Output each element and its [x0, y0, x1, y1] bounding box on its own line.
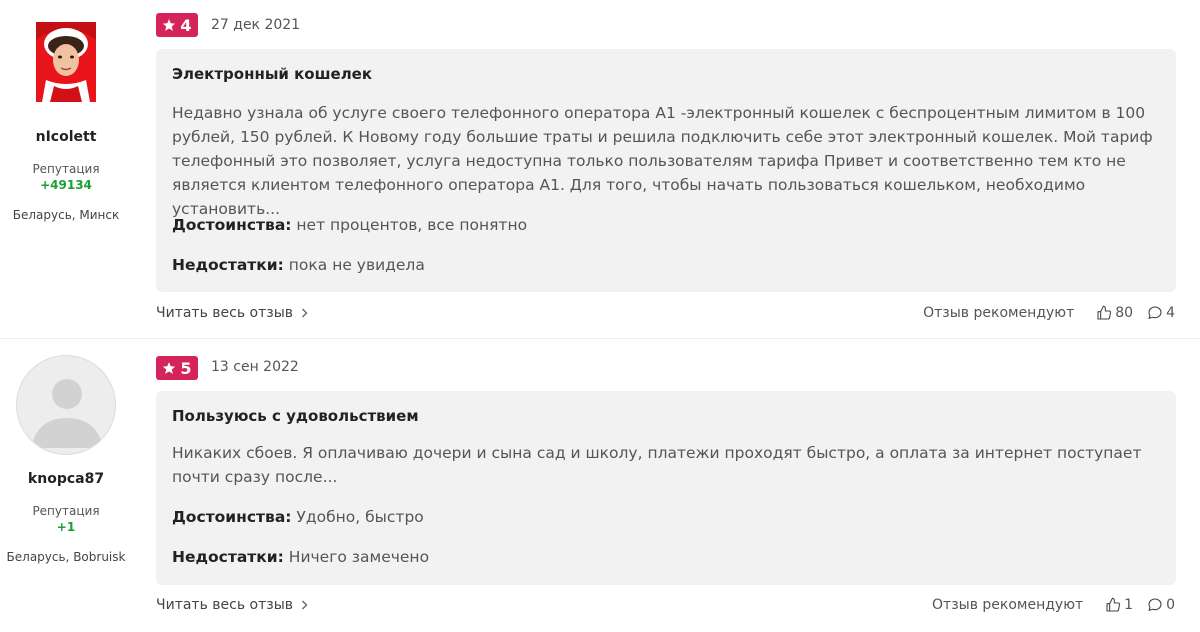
recommend-label: Отзыв рекомендуют: [932, 597, 1084, 613]
comment-icon: [1148, 306, 1162, 319]
review-date: 13 сен 2022: [211, 359, 299, 375]
star-icon: [163, 19, 176, 31]
review-text: Недавно узнала об услуге своего телефонн…: [172, 104, 1153, 218]
thumbs-up-icon: [1097, 305, 1112, 320]
review-text: Никаких сбоев. Я оплачиваю дочери и сына…: [172, 444, 1142, 486]
rating-value: 4: [180, 15, 192, 35]
cons-label: Недостатки:: [172, 256, 284, 274]
author-location: Беларусь, Минск: [12, 208, 120, 222]
review-date: 27 дек 2021: [211, 17, 301, 33]
user-placeholder-icon: [31, 379, 103, 448]
review-item: nIcolett Репутация +49134 Беларусь, Минс…: [0, 0, 1200, 338]
review-footer-stats: Отзыв рекомендуют 1 0: [932, 597, 1175, 613]
star-icon: [163, 362, 176, 374]
comment-count: 4: [1166, 305, 1175, 321]
review-card: Пользуюсь с удовольствием Никаких сбоев.…: [156, 391, 1176, 585]
review-pros: Достоинства: Удобно, быстро: [172, 508, 424, 526]
cons-label: Недостатки:: [172, 548, 284, 566]
like-button[interactable]: 80: [1096, 305, 1133, 321]
avatar[interactable]: [16, 355, 116, 455]
review-cons: Недостатки: пока не увидела: [172, 256, 425, 274]
reputation-label: Репутация: [32, 162, 100, 176]
review-title[interactable]: Пользуюсь с удовольствием: [172, 407, 419, 425]
read-full-review-link[interactable]: Читать весь отзыв: [156, 305, 308, 321]
pros-label: Достоинства:: [172, 216, 292, 234]
review-title[interactable]: Электронный кошелек: [172, 65, 372, 83]
username[interactable]: knopca87: [0, 471, 132, 487]
comments-button[interactable]: 4: [1147, 305, 1175, 321]
comment-icon: [1148, 598, 1162, 611]
review-cons: Недостатки: Ничего замечено: [172, 548, 429, 566]
rating-value: 5: [180, 358, 192, 378]
read-full-review-link[interactable]: Читать весь отзыв: [156, 597, 308, 613]
avatar[interactable]: [36, 22, 96, 102]
username[interactable]: nIcolett: [0, 129, 132, 145]
recommend-label: Отзыв рекомендуют: [923, 305, 1075, 321]
pros-label: Достоинства:: [172, 508, 292, 526]
rating-badge: 4: [156, 13, 198, 37]
comments-button[interactable]: 0: [1147, 597, 1175, 613]
reputation-value: +49134: [40, 178, 92, 192]
review-item: knopca87 Репутация +1 Беларусь, Bobruisk…: [0, 338, 1200, 632]
cons-text: пока не увидела: [288, 256, 425, 274]
author-location: Беларусь, Bobruisk: [6, 550, 126, 564]
review-pros: Достоинства: нет процентов, все понятно: [172, 216, 527, 234]
chevron-right-icon: [302, 600, 308, 610]
chevron-right-icon: [302, 308, 308, 318]
like-count: 80: [1115, 305, 1134, 321]
rating-badge: 5: [156, 356, 198, 380]
like-count: 1: [1124, 597, 1134, 613]
review-footer-stats: Отзыв рекомендуют 80 4: [923, 305, 1175, 321]
read-more-label: Читать весь отзыв: [156, 305, 294, 321]
cons-text: Ничего замечено: [288, 548, 430, 566]
pros-text: нет процентов, все понятно: [296, 216, 528, 234]
reputation-value: +1: [56, 520, 76, 534]
thumbs-up-icon: [1106, 597, 1121, 612]
read-more-label: Читать весь отзыв: [156, 597, 294, 613]
review-card: Электронный кошелек Недавно узнала об ус…: [156, 49, 1176, 292]
like-button[interactable]: 1: [1105, 597, 1133, 613]
pros-text: Удобно, быстро: [296, 508, 424, 526]
comment-count: 0: [1166, 597, 1175, 613]
reputation-label: Репутация: [32, 504, 100, 518]
